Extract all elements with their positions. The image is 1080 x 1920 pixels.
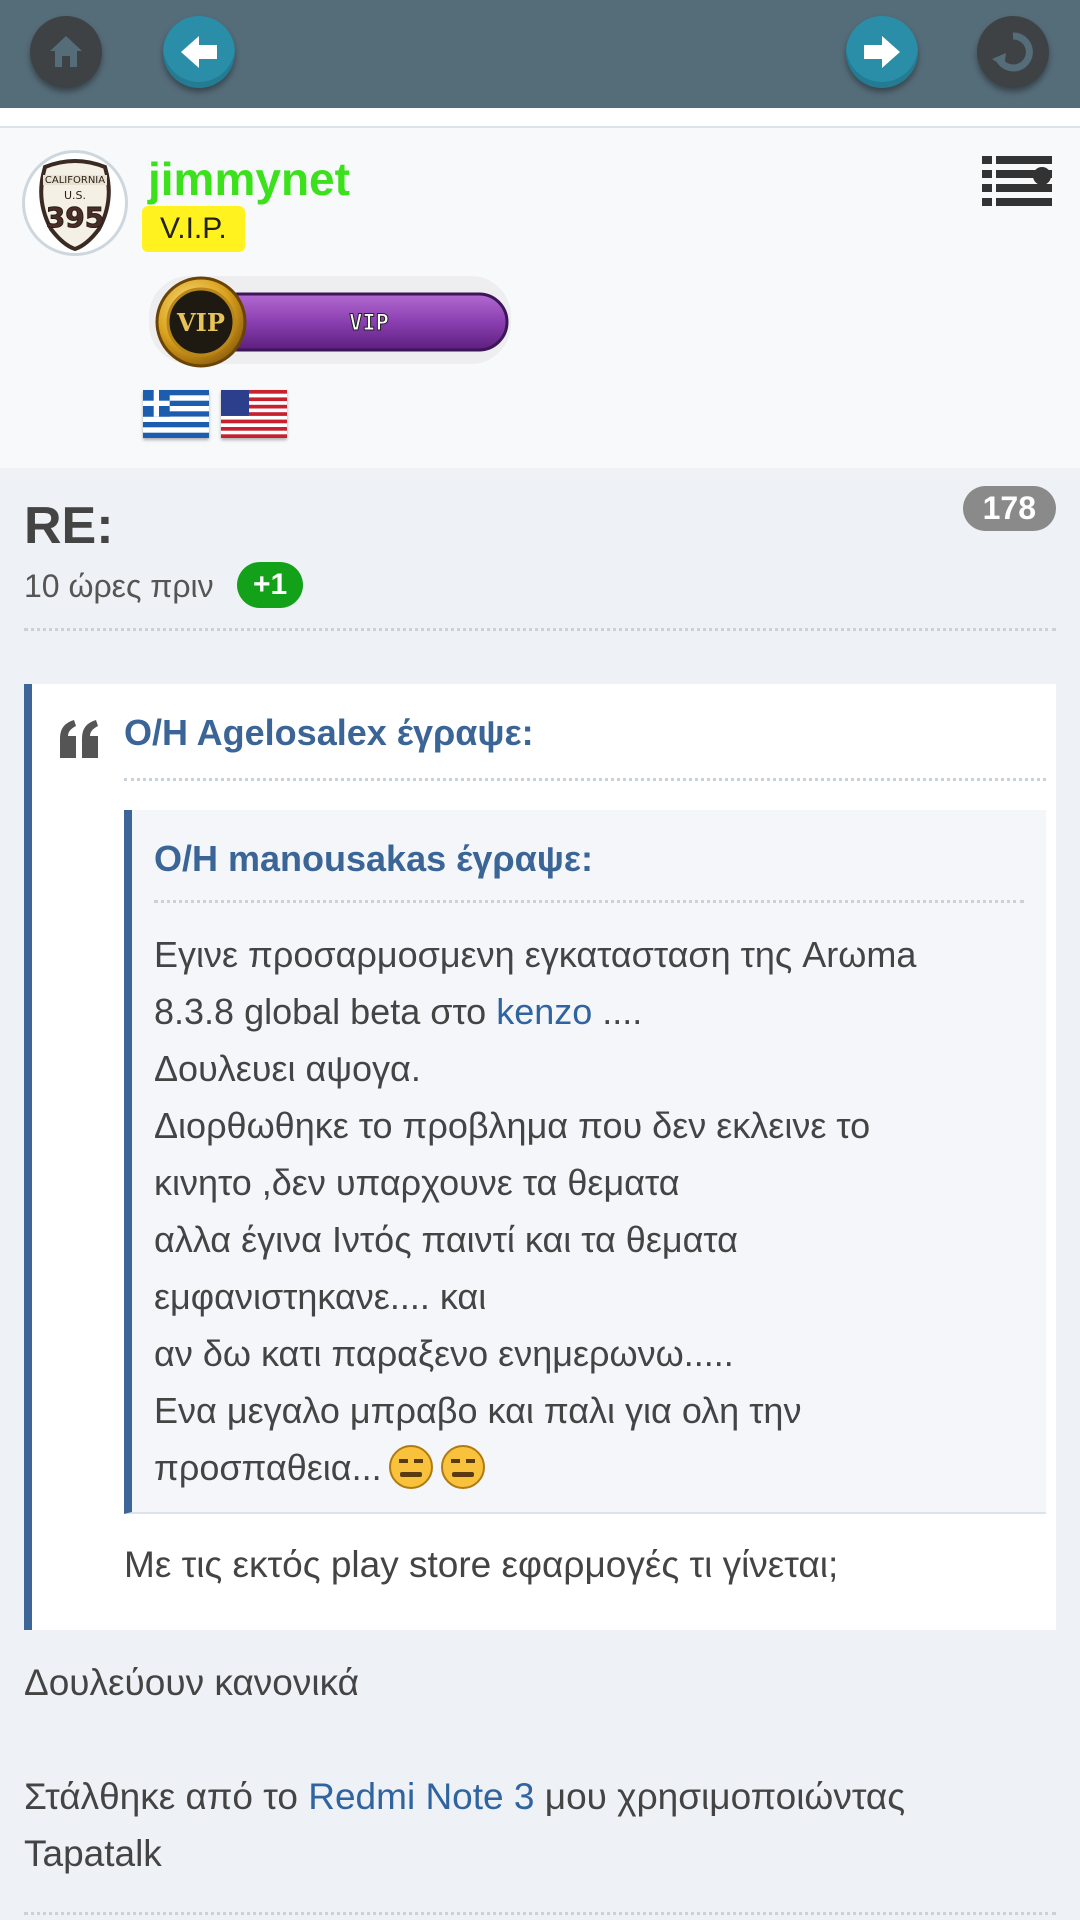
route-shield-icon: CALIFORNIA U.S. 395 — [39, 159, 111, 252]
svg-text:VIP: VIP — [176, 308, 225, 337]
post-number-badge: 178 — [962, 486, 1056, 531]
post-title: RE: — [24, 497, 114, 555]
user-rank-badge: V.I.P. — [142, 206, 245, 252]
country-flags — [143, 390, 287, 438]
toolbar-divider — [0, 108, 1080, 128]
forward-button[interactable] — [846, 16, 918, 88]
quote-line: αλλα έγινα Ιντός παιντί και τα θεματα — [154, 1219, 738, 1260]
vip-rank-badge-image: VIP VIP — [149, 276, 511, 368]
device-link[interactable]: Redmi Note 3 — [308, 1776, 534, 1817]
post-signature: Στάλθηκε από το Redmi Note 3 μου χρησιμο… — [24, 1776, 906, 1874]
quote-line: Εγινε προσαρμοσμενη εγκατασταση της Arωm… — [154, 934, 917, 975]
home-icon — [50, 36, 82, 67]
post-author-card: CALIFORNIA U.S. 395 jimmynet V.I.P. VIP … — [0, 128, 1080, 468]
quote-line: αν δω κατι παραξενο ενημερωνω..... — [154, 1333, 734, 1374]
quote-line: κινητο ,δεν υπαρχουνε τα θεματα — [154, 1162, 680, 1203]
quote-line: προσπαθεια... — [154, 1439, 1034, 1496]
neutral-face-emoji-icon — [440, 1445, 485, 1489]
quote-line: 8.3.8 global beta στο kenzo .... — [154, 991, 643, 1032]
nested-quote-author: O/H manousakas έγραψε: — [154, 838, 593, 879]
post-timestamp: 10 ώρες πριν — [24, 568, 214, 604]
post-menu-icon[interactable] — [980, 152, 1054, 210]
svg-text:CALIFORNIA: CALIFORNIA — [45, 175, 105, 186]
home-button[interactable] — [30, 16, 102, 88]
username[interactable]: jimmynet — [148, 152, 350, 206]
quote-line: εμφανιστηκανε.... και — [154, 1276, 487, 1317]
quote-divider — [124, 778, 1046, 781]
svg-text:VIP: VIP — [349, 311, 389, 336]
arrow-left-icon — [181, 36, 217, 68]
usa-flag-icon — [221, 390, 287, 438]
quote-line: Ενα μεγαλο μπραβο και παλι για ολη την — [154, 1390, 802, 1431]
quote-reply-text: Με τις εκτός play store εφαρμογές τι γίν… — [124, 1544, 839, 1585]
greece-flag-icon — [143, 390, 209, 438]
avatar[interactable]: CALIFORNIA U.S. 395 — [22, 150, 128, 256]
quote-line: Δουλευει αψογα. — [154, 1048, 421, 1089]
post-answer-text: Δουλεύουν κανονικά — [24, 1662, 360, 1703]
header-divider — [24, 628, 1056, 631]
like-count-badge[interactable]: +1 — [237, 562, 304, 608]
top-toolbar — [0, 0, 1080, 108]
quote-line: Διορθωθηκε το προβλημα που δεν εκλεινε τ… — [154, 1105, 871, 1146]
quote-icon — [60, 720, 98, 758]
quote-author: O/H Agelosalex έγραψε: — [124, 712, 534, 753]
refresh-button[interactable] — [977, 16, 1049, 88]
arrow-right-icon — [864, 36, 900, 68]
back-button[interactable] — [163, 16, 235, 88]
neutral-face-emoji-icon — [388, 1445, 433, 1489]
nested-quote-text: Εγινε προσαρμοσμενη εγκατασταση της Arωm… — [154, 926, 1034, 1496]
nested-quote-block: O/H manousakas έγραψε: Εγινε προσαρμοσμε… — [124, 810, 1046, 1514]
nested-quote-divider — [154, 900, 1024, 903]
post-bottom-divider — [24, 1912, 1056, 1915]
post-body: RE: 178 10 ώρες πριν +1 O/H Agelosalex έ… — [0, 468, 1080, 1920]
quote-block: O/H Agelosalex έγραψε: O/H manousakas έγ… — [24, 684, 1056, 1630]
refresh-icon — [992, 32, 1033, 72]
svg-text:395: 395 — [46, 201, 104, 234]
kenzo-link[interactable]: kenzo — [496, 991, 592, 1032]
